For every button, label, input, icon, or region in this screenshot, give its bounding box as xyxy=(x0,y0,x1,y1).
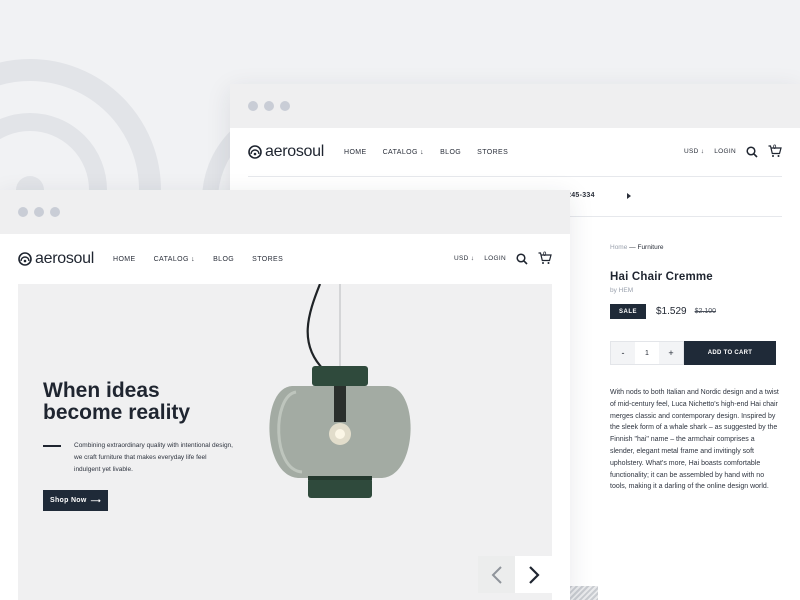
down-arrow-icon: ↓ xyxy=(470,255,475,262)
nav-blog[interactable]: BLOG xyxy=(440,149,461,156)
nav-home[interactable]: HOME xyxy=(113,256,136,263)
window-titlebar xyxy=(230,84,800,128)
qty-plus-button[interactable]: + xyxy=(659,342,683,364)
nav-stores[interactable]: STORES xyxy=(477,149,508,156)
chevron-left-icon xyxy=(491,565,502,584)
slider-next-button[interactable] xyxy=(515,556,552,593)
nav-catalog-label: CATALOG xyxy=(153,255,189,263)
hero-title-line2: become reality xyxy=(43,401,191,424)
header-nav: aerosoul HOME CATALOG ↓ BLOG STORES USD … xyxy=(0,234,570,284)
pendant-lamp-image xyxy=(269,284,411,498)
quantity-stepper: - 1 + xyxy=(610,341,684,365)
header-nav: aerosoul HOME CATALOG ↓ BLOG STORES USD … xyxy=(230,128,800,176)
breadcrumb: Home — Furniture xyxy=(610,244,780,251)
breadcrumb-current: Furniture xyxy=(637,244,664,251)
cart-button[interactable]: 0 xyxy=(538,252,552,265)
shop-now-label: Shop Now xyxy=(50,497,87,504)
window-dot[interactable] xyxy=(264,101,274,111)
product-description: With nods to both Italian and Nordic des… xyxy=(610,389,779,491)
down-arrow-icon: ↓ xyxy=(700,148,705,155)
breadcrumb-home[interactable]: Home xyxy=(610,244,627,251)
window-dot[interactable] xyxy=(280,101,290,111)
qty-value[interactable]: 1 xyxy=(635,342,659,364)
nav-links: HOME CATALOG ↓ BLOG STORES xyxy=(344,149,508,156)
breadcrumb-separator: — xyxy=(627,244,638,251)
currency-select[interactable]: USD ↓ xyxy=(684,148,704,155)
add-to-cart-button[interactable]: ADD TO CART xyxy=(684,341,776,365)
currency-select[interactable]: USD ↓ xyxy=(454,255,474,262)
nav-right: USD ↓ LOGIN 0 xyxy=(684,145,782,158)
down-arrow-icon: ↓ xyxy=(191,255,196,263)
product-details: Home — Furniture Hai Chair Cremme by HEM… xyxy=(610,244,780,493)
logo[interactable]: aerosoul xyxy=(248,143,324,161)
down-arrow-icon: ↓ xyxy=(420,148,425,156)
window-dot[interactable] xyxy=(248,101,258,111)
product-brand[interactable]: by HEM xyxy=(610,287,780,294)
old-price: $2.100 xyxy=(694,308,717,315)
qty-minus-button[interactable]: - xyxy=(611,342,635,364)
search-icon[interactable] xyxy=(746,145,758,158)
product-photo xyxy=(570,586,598,600)
logo-text: aerosoul xyxy=(265,143,324,160)
currency-label: USD xyxy=(453,255,469,262)
window-titlebar xyxy=(0,190,570,234)
nav-home[interactable]: HOME xyxy=(344,149,367,156)
current-price: $1.529 xyxy=(656,306,687,317)
login-link[interactable]: LOGIN xyxy=(714,148,736,155)
phone-number: 245-334 xyxy=(567,192,595,199)
price-row: SALE $1.529 $2.100 xyxy=(610,304,780,319)
window-dot[interactable] xyxy=(50,207,60,217)
currency-label: USD xyxy=(683,148,699,155)
shop-now-button[interactable]: Shop Now ⟶ xyxy=(43,490,108,511)
window-dot[interactable] xyxy=(18,207,28,217)
slider-prev-button[interactable] xyxy=(478,556,515,593)
nav-catalog[interactable]: CATALOG ↓ xyxy=(383,149,424,156)
aerosoul-logo-icon xyxy=(248,145,262,159)
nav-catalog-label: CATALOG xyxy=(382,148,418,156)
cart-button[interactable]: 0 xyxy=(768,145,782,158)
hero-banner: When ideas become reality Combining extr… xyxy=(18,284,552,600)
nav-stores[interactable]: STORES xyxy=(252,256,283,263)
slider-arrows xyxy=(478,556,552,593)
logo-text: aerosoul xyxy=(35,250,94,267)
nav-right: USD ↓ LOGIN 0 xyxy=(454,252,552,265)
nav-catalog[interactable]: CATALOG ↓ xyxy=(154,256,195,263)
login-link[interactable]: LOGIN xyxy=(484,255,506,262)
play-icon xyxy=(627,193,631,199)
hero-text: Combining extraordinary quality with int… xyxy=(74,442,233,473)
cart-count: 0 xyxy=(543,252,547,258)
logo[interactable]: aerosoul xyxy=(18,250,94,268)
long-arrow-right-icon: ⟶ xyxy=(90,497,101,505)
hero-rule xyxy=(43,445,61,447)
search-icon[interactable] xyxy=(516,252,528,265)
nav-links: HOME CATALOG ↓ BLOG STORES xyxy=(113,256,283,263)
hero-title-line1: When ideas xyxy=(43,379,160,402)
hero-title: When ideas become reality xyxy=(43,380,243,424)
home-page-window: aerosoul HOME CATALOG ↓ BLOG STORES USD … xyxy=(0,190,570,600)
nav-blog[interactable]: BLOG xyxy=(213,256,234,263)
divider xyxy=(248,176,782,177)
cart-count: 0 xyxy=(773,145,777,151)
window-dot[interactable] xyxy=(34,207,44,217)
chevron-right-icon xyxy=(528,565,540,584)
product-title: Hai Chair Cremme xyxy=(610,271,713,283)
aerosoul-logo-icon xyxy=(18,252,32,266)
add-to-cart-row: - 1 + ADD TO CART xyxy=(610,341,780,365)
sale-badge: SALE xyxy=(610,304,646,319)
